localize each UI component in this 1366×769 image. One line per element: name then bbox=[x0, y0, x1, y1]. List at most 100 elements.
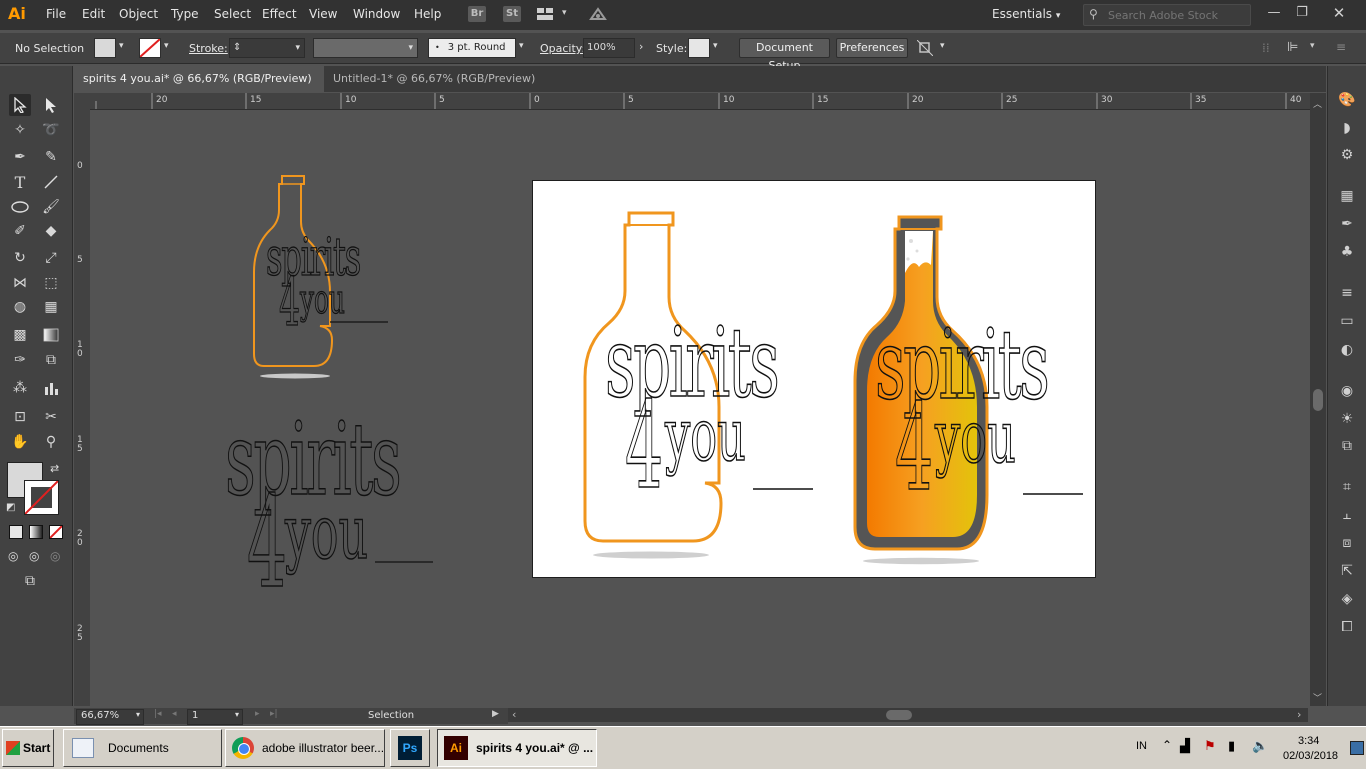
perspective-grid-tool-icon[interactable]: ▦ bbox=[40, 296, 62, 318]
eyedropper-tool-icon[interactable]: ✑ bbox=[9, 349, 31, 371]
menu-edit[interactable]: Edit bbox=[82, 7, 105, 21]
taskbar-item-illustrator[interactable]: Ai spirits 4 you.ai* @ ... bbox=[437, 729, 597, 767]
tab-spirits-4-you[interactable]: spirits 4 you.ai* @ 66,67% (RGB/Preview)… bbox=[74, 66, 331, 111]
magic-wand-tool-icon[interactable]: ✧ bbox=[9, 119, 31, 141]
arrange-documents-icon[interactable] bbox=[537, 8, 553, 20]
appearance-panel-icon[interactable]: ☀ bbox=[1337, 409, 1357, 429]
chevron-down-icon[interactable]: ▾ bbox=[713, 41, 718, 51]
logo-text-only[interactable]: spirits 4 you bbox=[225, 409, 445, 610]
menu-file[interactable]: File bbox=[46, 7, 66, 21]
tab-untitled-1[interactable]: Untitled-1* @ 66,67% (RGB/Preview) ✕ bbox=[324, 66, 555, 111]
battery-icon[interactable]: ▮ bbox=[1228, 738, 1235, 754]
curvature-tool-icon[interactable]: ✎ bbox=[40, 146, 62, 168]
menu-window[interactable]: Window bbox=[353, 7, 400, 21]
vertical-scroll-thumb[interactable] bbox=[1313, 389, 1323, 411]
chevron-down-icon[interactable]: ▾ bbox=[119, 41, 124, 51]
horizontal-scroll-thumb[interactable] bbox=[886, 710, 912, 720]
chevron-right-icon[interactable]: › bbox=[639, 40, 643, 53]
ruler-origin[interactable] bbox=[74, 93, 90, 109]
slice-tool-icon[interactable]: ✂ bbox=[40, 406, 62, 428]
chevron-down-icon[interactable]: ▾ bbox=[519, 41, 524, 51]
vertical-scrollbar[interactable]: ︿ ﹀ bbox=[1310, 93, 1326, 706]
flag-icon[interactable]: ⚑ bbox=[1204, 738, 1216, 754]
chevron-down-icon[interactable]: ▾ bbox=[1310, 41, 1315, 51]
direct-selection-tool-icon[interactable] bbox=[40, 94, 62, 116]
artboard-tool-icon[interactable]: ⊡ bbox=[9, 406, 31, 428]
taskbar-item-documents[interactable]: Documents bbox=[63, 729, 222, 767]
pathfinder-icon[interactable]: ⧈ bbox=[1337, 533, 1357, 553]
artwork-bottle-beer[interactable]: spirits 4 you bbox=[845, 211, 1091, 571]
menu-help[interactable]: Help bbox=[414, 7, 441, 21]
selection-tool-icon[interactable] bbox=[9, 94, 31, 116]
clock-time[interactable]: 3:34 bbox=[1298, 735, 1319, 747]
image-trace-icon[interactable]: ⧉ bbox=[1337, 436, 1357, 456]
start-button[interactable]: Start bbox=[2, 729, 54, 767]
graphic-styles-icon[interactable]: ◉ bbox=[1337, 381, 1357, 401]
gradient-panel-icon[interactable]: ▭ bbox=[1337, 311, 1357, 331]
artboards-panel-icon[interactable]: ⧠ bbox=[1337, 617, 1357, 637]
chevron-down-icon[interactable]: ▾ bbox=[562, 8, 567, 18]
show-desktop-icon[interactable] bbox=[1350, 741, 1364, 755]
horizontal-scrollbar[interactable]: ‹ › bbox=[508, 708, 1308, 722]
fill-swatch[interactable] bbox=[94, 38, 116, 58]
clock-date[interactable]: 02/03/2018 bbox=[1283, 750, 1338, 762]
bridge-button[interactable]: Br bbox=[468, 6, 486, 22]
gpu-performance-icon[interactable] bbox=[588, 5, 608, 23]
opacity-field[interactable]: 100% bbox=[583, 38, 635, 58]
scroll-up-icon[interactable]: ︿ bbox=[1313, 97, 1322, 110]
stroke-panel-icon[interactable]: ≡ bbox=[1337, 283, 1357, 303]
gradient-mode-icon[interactable] bbox=[29, 525, 43, 539]
shaper-tool-icon[interactable]: ✐ bbox=[9, 220, 31, 242]
chevron-down-icon[interactable]: ▾ bbox=[940, 41, 945, 51]
transform-icon[interactable] bbox=[916, 39, 934, 57]
network-icon[interactable]: ▟ bbox=[1180, 738, 1190, 754]
mesh-tool-icon[interactable]: ▩ bbox=[9, 324, 31, 346]
width-tool-icon[interactable]: ⋈ bbox=[9, 272, 31, 294]
align-icon[interactable]: ⊫ bbox=[1287, 40, 1298, 55]
hand-tool-icon[interactable]: ✋ bbox=[9, 431, 31, 453]
draw-normal-icon[interactable]: ◎ bbox=[8, 549, 18, 563]
brush-definition[interactable]: • 3 pt. Round bbox=[428, 38, 516, 58]
panel-menu-icon[interactable]: ≡ bbox=[1336, 40, 1346, 54]
gradient-tool-icon[interactable] bbox=[40, 324, 62, 346]
language-indicator[interactable]: IN bbox=[1136, 740, 1147, 752]
taskbar-item-photoshop[interactable]: Ps bbox=[390, 729, 430, 767]
scroll-left-icon[interactable]: ‹ bbox=[512, 708, 516, 721]
draw-behind-icon[interactable]: ◎ bbox=[29, 549, 39, 563]
default-colors-icon[interactable]: ◩ bbox=[6, 502, 15, 513]
stroke-color-box[interactable] bbox=[24, 480, 59, 515]
preferences-button[interactable]: Preferences bbox=[836, 38, 908, 58]
opacity-label[interactable]: Opacity: bbox=[540, 42, 585, 55]
isolate-icon[interactable]: ⁞⁞ bbox=[1262, 41, 1270, 55]
menu-select[interactable]: Select bbox=[214, 7, 251, 21]
stock-button[interactable]: St bbox=[503, 6, 521, 22]
symbol-sprayer-tool-icon[interactable]: ⁂ bbox=[9, 377, 31, 399]
stroke-label[interactable]: Stroke: bbox=[189, 42, 228, 55]
status-menu-icon[interactable]: ▶ bbox=[492, 709, 499, 719]
chevron-down-icon[interactable]: ▾ bbox=[164, 41, 169, 51]
variable-width-profile[interactable]: ▾ bbox=[313, 38, 418, 58]
lasso-tool-icon[interactable]: ➰ bbox=[40, 119, 62, 141]
artwork-bottle-outline[interactable]: spirits 4 you bbox=[573, 207, 823, 567]
color-panel-icon[interactable]: 🎨 bbox=[1337, 90, 1357, 110]
document-setup-button[interactable]: Document Setup bbox=[739, 38, 830, 72]
next-artboard-icon[interactable]: ▸ bbox=[255, 709, 260, 719]
screen-mode-icon[interactable]: ⧉ bbox=[25, 573, 35, 589]
swap-colors-icon[interactable]: ⇄ bbox=[50, 462, 59, 475]
vertical-ruler[interactable]: 0 5 1 0 1 5 2 0 2 5 bbox=[74, 109, 91, 706]
show-hidden-icons-icon[interactable]: ⌃ bbox=[1162, 738, 1172, 752]
artboard-number-field[interactable]: 1 ▾ bbox=[187, 709, 243, 725]
rotate-tool-icon[interactable]: ↻ bbox=[9, 247, 31, 269]
export-icon[interactable]: ⇱ bbox=[1337, 561, 1357, 581]
scroll-right-icon[interactable]: › bbox=[1297, 708, 1301, 721]
horizontal-ruler[interactable]: 20 15 10 5 0 5 10 15 20 25 30 35 40 bbox=[74, 93, 1310, 110]
minimize-button[interactable]: — bbox=[1260, 2, 1288, 24]
volume-icon[interactable]: 🔈 bbox=[1252, 738, 1268, 754]
stroke-weight-field[interactable]: ⇕ ▾ bbox=[229, 38, 305, 58]
last-artboard-icon[interactable]: ▸| bbox=[270, 709, 278, 719]
graphic-style-swatch[interactable] bbox=[688, 38, 710, 58]
scroll-down-icon[interactable]: ﹀ bbox=[1313, 691, 1322, 704]
artboard[interactable]: spirits 4 you spirits 4 you bbox=[532, 180, 1096, 578]
zoom-field[interactable]: 66,67% ▾ bbox=[76, 709, 144, 725]
align-panel-icon[interactable]: ⫠ bbox=[1337, 505, 1357, 525]
